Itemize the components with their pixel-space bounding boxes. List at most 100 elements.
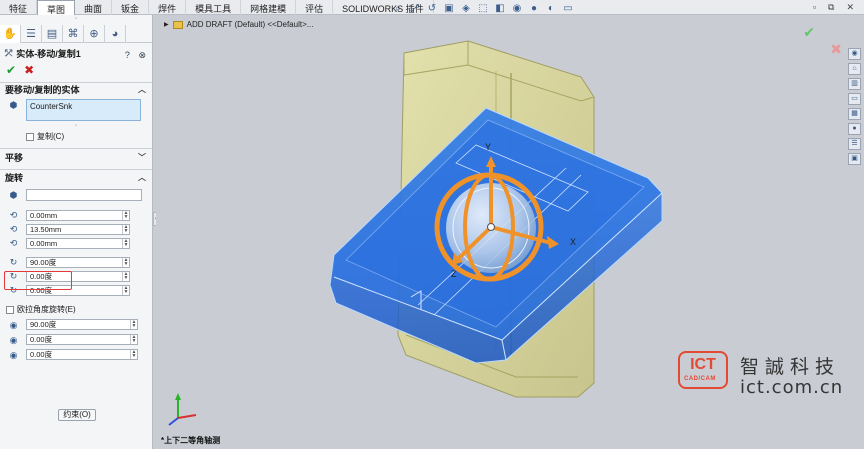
heads-up-toolbar: ⌕ ⤢ ↺ ▣ ◈ ⬚ ◧ ◉ ● ◐ ▭: [392, 2, 574, 15]
triad-z-label: Z: [451, 269, 457, 279]
pin-icon[interactable]: ⊗: [138, 50, 146, 60]
ict-logo: ICT CAD/CAM 智誠科技 ict.com.cn: [678, 351, 858, 405]
display-style-icon[interactable]: ◧: [494, 3, 506, 14]
tab-weldments[interactable]: 焊件: [149, 0, 187, 15]
euler-1-row: ◉ 90.00度 ▲ ▼: [0, 317, 152, 332]
copy-checkbox[interactable]: [26, 132, 34, 141]
file-explorer-icon[interactable]: ▭: [848, 93, 861, 105]
spin-icon[interactable]: ▲ ▼: [130, 335, 137, 344]
dimxpert-manager-tab[interactable]: ⌘: [63, 25, 84, 43]
edit-appearance-icon[interactable]: ●: [528, 3, 540, 14]
home-icon[interactable]: ⌂: [848, 63, 861, 75]
help-icons: ? ⊗: [125, 50, 146, 61]
euler-2-value: 0.00度: [30, 335, 53, 344]
page-title: 实体-移动/复制1: [16, 49, 81, 59]
rotate-section-header[interactable]: 旋转 ︿: [0, 170, 152, 186]
confirm-corner-ok-icon[interactable]: ✔: [803, 24, 815, 41]
logo-sub: CAD/CAM: [684, 376, 716, 382]
ok-button[interactable]: ✔: [6, 63, 16, 77]
help-icon[interactable]: ?: [125, 50, 130, 60]
bodies-section-label: 要移动/复制的实体: [5, 85, 80, 95]
selected-body[interactable]: CounterSnk: [30, 102, 72, 111]
appearance-manager-tab[interactable]: ◕: [105, 25, 126, 43]
view-orientation-triad: [168, 393, 197, 426]
spin-icon[interactable]: ▲ ▼: [122, 257, 129, 267]
apply-scene-icon[interactable]: ◐: [545, 3, 557, 14]
euler-checkbox[interactable]: [6, 305, 14, 314]
hide-show-icon[interactable]: ◉: [511, 3, 523, 14]
zoom-fit-icon[interactable]: ⌕: [392, 3, 404, 14]
view-settings-icon[interactable]: ▭: [562, 3, 574, 14]
tab-mold-tools[interactable]: 模具工具: [186, 0, 242, 15]
euler-angle-2-icon: ◉: [9, 334, 18, 345]
rotate-section-label: 旋转: [5, 173, 24, 183]
x-angle-field[interactable]: 90.00度 ▲ ▼: [26, 256, 130, 268]
confirm-corner-cancel-icon[interactable]: ✖: [830, 41, 842, 58]
rotate-section: 旋转 ︿ ⬢ ⟲ 0.00mm ▲ ▼ ⟲ 13.50mm ▲ ▼ ⟲ 0.00mm ▲ ▼…: [0, 169, 152, 362]
cancel-button[interactable]: ✖: [24, 63, 34, 77]
design-library-icon[interactable]: ▥: [848, 78, 861, 90]
spin-icon[interactable]: ▲ ▼: [122, 271, 129, 281]
view-palette-icon[interactable]: ▦: [848, 108, 861, 120]
previous-view-icon[interactable]: ↺: [426, 3, 438, 14]
rotate-point-field[interactable]: [26, 188, 142, 201]
graphics-area[interactable]: ▶ ADD DRAFT (Default) <<Default>... Y X …: [156, 15, 864, 449]
euler-checkbox-row[interactable]: 欧拉角度旋转(E): [0, 303, 152, 317]
collapse-caret-icon[interactable]: ︿: [138, 170, 146, 186]
x-origin-row: ⟲ 0.00mm ▲ ▼: [0, 208, 152, 222]
translate-section-label: 平移: [5, 153, 24, 163]
tab-evaluate[interactable]: 评估: [296, 0, 334, 15]
tab-sketch[interactable]: 草图: [37, 0, 76, 15]
triad-x-label: X: [570, 237, 576, 247]
euler-angle-1-icon: ◉: [9, 319, 18, 330]
euler-2-field[interactable]: 0.00度 ▲ ▼: [26, 334, 138, 345]
copy-label: 复制(C): [37, 132, 65, 141]
tab-features[interactable]: 特征: [0, 0, 38, 15]
constraint-button[interactable]: 约束(O): [58, 409, 96, 421]
minimize-icon[interactable]: ▫: [813, 2, 816, 13]
euler-angle-3-icon: ◉: [9, 349, 18, 360]
forum-icon[interactable]: ▣: [848, 153, 861, 165]
section-view-icon[interactable]: ▣: [443, 3, 455, 14]
logo-mark: ICT: [678, 351, 728, 389]
solidworks-resources-icon[interactable]: ◉: [848, 48, 861, 60]
bodies-section: 要移动/复制的实体 ︿ ⬢ CounterSnk ◦ 复制(C): [0, 82, 152, 144]
close-icon[interactable]: ✕: [846, 2, 854, 13]
spin-icon[interactable]: ▲ ▼: [130, 320, 137, 329]
spin-icon[interactable]: ▲ ▼: [122, 210, 129, 220]
logo-chinese: 智誠科技: [740, 356, 841, 378]
euler-3-field[interactable]: 0.00度 ▲ ▼: [26, 349, 138, 360]
appearances-icon[interactable]: ●: [848, 123, 861, 135]
euler-3-value: 0.00度: [30, 350, 53, 359]
y-origin-field[interactable]: 13.50mm ▲ ▼: [26, 223, 130, 235]
tab-mesh-modeling[interactable]: 网格建模: [241, 0, 297, 15]
collapse-caret-icon[interactable]: ︿: [138, 83, 146, 97]
x-origin-field[interactable]: 0.00mm ▲ ▼: [26, 209, 130, 221]
tab-surfaces[interactable]: 曲面: [75, 0, 113, 15]
copy-checkbox-row[interactable]: 复制(C): [0, 130, 152, 144]
display-manager-tab[interactable]: ⊕: [84, 25, 105, 43]
property-manager-tab[interactable]: ✋: [0, 25, 21, 43]
dynamic-annotation-icon[interactable]: ◈: [460, 3, 472, 14]
zoom-area-icon[interactable]: ⤢: [409, 3, 421, 14]
tab-sheet-metal[interactable]: 钣金: [112, 0, 150, 15]
feature-manager-tab[interactable]: ☰: [21, 25, 42, 43]
bodies-section-header[interactable]: 要移动/复制的实体 ︿: [0, 83, 152, 97]
spin-icon[interactable]: ▲ ▼: [122, 285, 129, 295]
translate-section-header[interactable]: 平移 ﹀: [0, 149, 152, 167]
spin-icon[interactable]: ▲ ▼: [122, 224, 129, 234]
spin-icon[interactable]: ▲ ▼: [130, 350, 137, 359]
spin-icon[interactable]: ▲ ▼: [122, 238, 129, 248]
solid-body-icon: ⬢: [9, 100, 18, 110]
custom-properties-icon[interactable]: ☰: [848, 138, 861, 150]
bodies-selection-box[interactable]: CounterSnk: [26, 99, 141, 121]
window-controls: ▫ ⧉ ✕: [813, 2, 854, 13]
expand-caret-icon[interactable]: ﹀: [138, 149, 146, 167]
configuration-manager-tab[interactable]: ▤: [42, 25, 63, 43]
restore-icon[interactable]: ⧉: [828, 2, 834, 13]
y-origin-row: ⟲ 13.50mm ▲ ▼: [0, 222, 152, 236]
euler-1-field[interactable]: 90.00度 ▲ ▼: [26, 319, 138, 330]
z-origin-field[interactable]: 0.00mm ▲ ▼: [26, 237, 130, 249]
view-orientation-icon[interactable]: ⬚: [477, 3, 489, 14]
panel-grip-icon[interactable]: ◦: [0, 15, 152, 23]
